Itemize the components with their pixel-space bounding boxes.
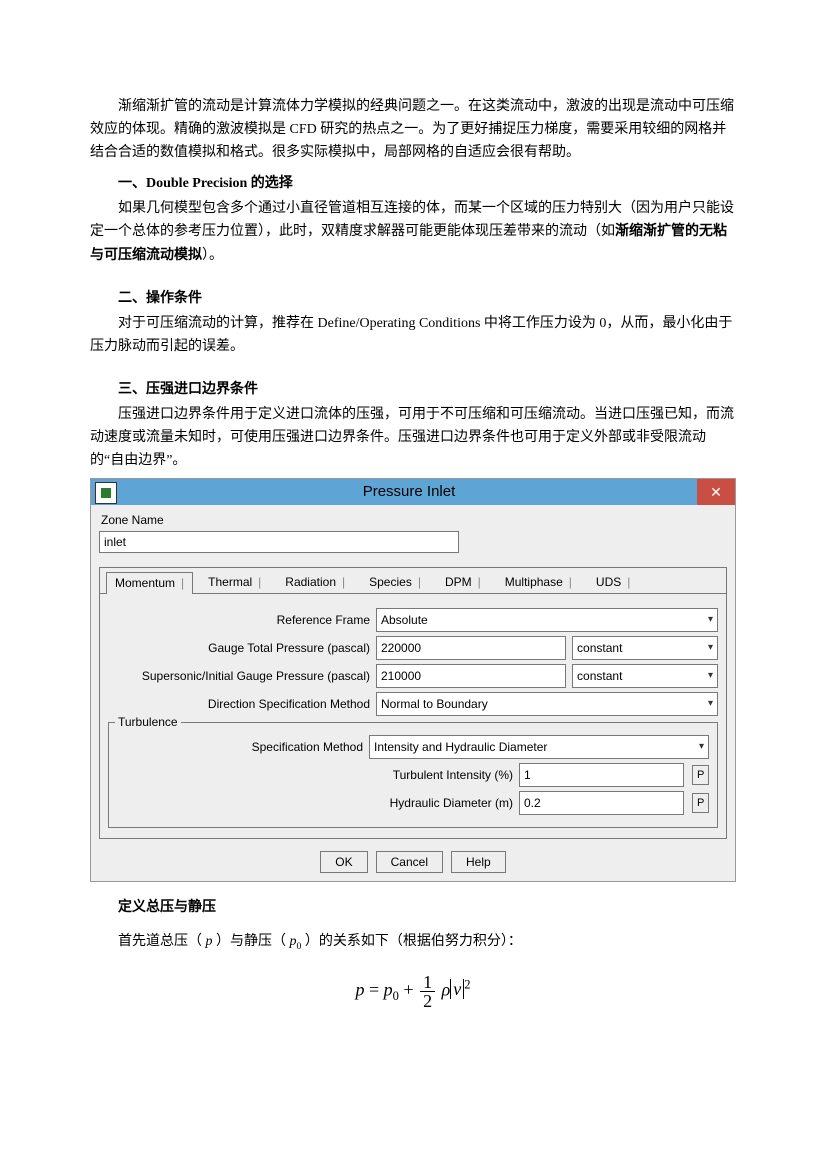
document-page: 渐缩渐扩管的流动是计算流体力学模拟的经典问题之一。在这类流动中，激波的出现是流动… (0, 0, 826, 1070)
chevron-down-icon: ▾ (708, 642, 713, 654)
tab-species[interactable]: Species| (360, 571, 430, 593)
subheading-total-static: 定义总压与静压 (118, 896, 736, 919)
paragraph-3: 对于可压缩流动的计算，推荐在 Define/Operating Conditio… (90, 312, 736, 358)
formula-bernoulli: p = p0 + 12 ρv2 (90, 973, 736, 1010)
gauge-total-pressure-input[interactable] (376, 636, 566, 660)
paragraph-relation: 首先道总压（ p ）与静压（ p0 ）的关系如下（根据伯努力积分）： (118, 930, 736, 955)
heading-1: 一、Double Precision 的选择 (90, 172, 736, 195)
supersonic-initial-pressure-label: Supersonic/Initial Gauge Pressure (pasca… (108, 669, 370, 683)
tab-dpm[interactable]: DPM| (436, 571, 490, 593)
gauge-total-pressure-label: Gauge Total Pressure (pascal) (108, 641, 370, 655)
tab-radiation[interactable]: Radiation| (276, 571, 354, 593)
close-icon[interactable]: ✕ (697, 479, 735, 505)
turbulence-group: Turbulence Specification Method Intensit… (108, 722, 718, 828)
cancel-button[interactable]: Cancel (376, 851, 443, 873)
tab-content-momentum: Reference Frame Absolute▾ Gauge Total Pr… (100, 594, 726, 838)
heading-2: 二、操作条件 (90, 287, 736, 310)
dialog-title: Pressure Inlet (121, 479, 697, 505)
reference-frame-label: Reference Frame (108, 613, 370, 627)
turbulent-intensity-label: Turbulent Intensity (%) (117, 768, 513, 782)
zone-name-input[interactable] (99, 531, 459, 553)
hydraulic-diameter-label: Hydraulic Diameter (m) (117, 796, 513, 810)
heading-3: 三、压强进口边界条件 (90, 378, 736, 401)
chevron-down-icon: ▾ (708, 670, 713, 682)
tabs-panel: Momentum| Thermal| Radiation| Species| D… (99, 567, 727, 839)
p-button[interactable]: P (692, 765, 709, 785)
turbulence-group-title: Turbulence (115, 715, 181, 729)
turbulent-intensity-input[interactable] (519, 763, 684, 787)
chevron-down-icon: ▾ (708, 614, 713, 626)
paragraph-intro: 渐缩渐扩管的流动是计算流体力学模拟的经典问题之一。在这类流动中，激波的出现是流动… (90, 95, 736, 164)
reference-frame-select[interactable]: Absolute▾ (376, 608, 718, 632)
tabbar: Momentum| Thermal| Radiation| Species| D… (100, 567, 726, 594)
direction-specification-select[interactable]: Normal to Boundary▾ (376, 692, 718, 716)
dialog-body: Zone Name Momentum| Thermal| Radiation| … (91, 505, 735, 881)
titlebar: Pressure Inlet ✕ (91, 479, 735, 505)
paragraph-2: 如果几何模型包含多个通过小直径管道相互连接的体，而某一个区域的压力特别大（因为用… (90, 197, 736, 266)
tab-multiphase[interactable]: Multiphase| (496, 571, 581, 593)
specification-method-select[interactable]: Intensity and Hydraulic Diameter▾ (369, 735, 709, 759)
help-button[interactable]: Help (451, 851, 506, 873)
gauge-total-pressure-mode-select[interactable]: constant▾ (572, 636, 718, 660)
app-icon (95, 482, 117, 504)
button-row: OK Cancel Help (99, 851, 727, 873)
chevron-down-icon: ▾ (708, 698, 713, 710)
supersonic-initial-pressure-input[interactable] (376, 664, 566, 688)
ok-button[interactable]: OK (320, 851, 367, 873)
pressure-inlet-dialog: Pressure Inlet ✕ Zone Name Momentum| The… (90, 478, 736, 882)
tab-thermal[interactable]: Thermal| (199, 571, 270, 593)
hydraulic-diameter-input[interactable] (519, 791, 684, 815)
p-button[interactable]: P (692, 793, 709, 813)
chevron-down-icon: ▾ (699, 741, 704, 753)
tab-uds[interactable]: UDS| (587, 571, 639, 593)
paragraph-4: 压强进口边界条件用于定义进口流体的压强，可用于不可压缩和可压缩流动。当进口压强已… (90, 403, 736, 472)
text: ）。 (202, 248, 223, 263)
direction-specification-label: Direction Specification Method (108, 697, 370, 711)
zone-name-label: Zone Name (101, 513, 727, 527)
supersonic-initial-pressure-mode-select[interactable]: constant▾ (572, 664, 718, 688)
tab-momentum[interactable]: Momentum| (106, 572, 193, 594)
specification-method-label: Specification Method (117, 740, 363, 754)
